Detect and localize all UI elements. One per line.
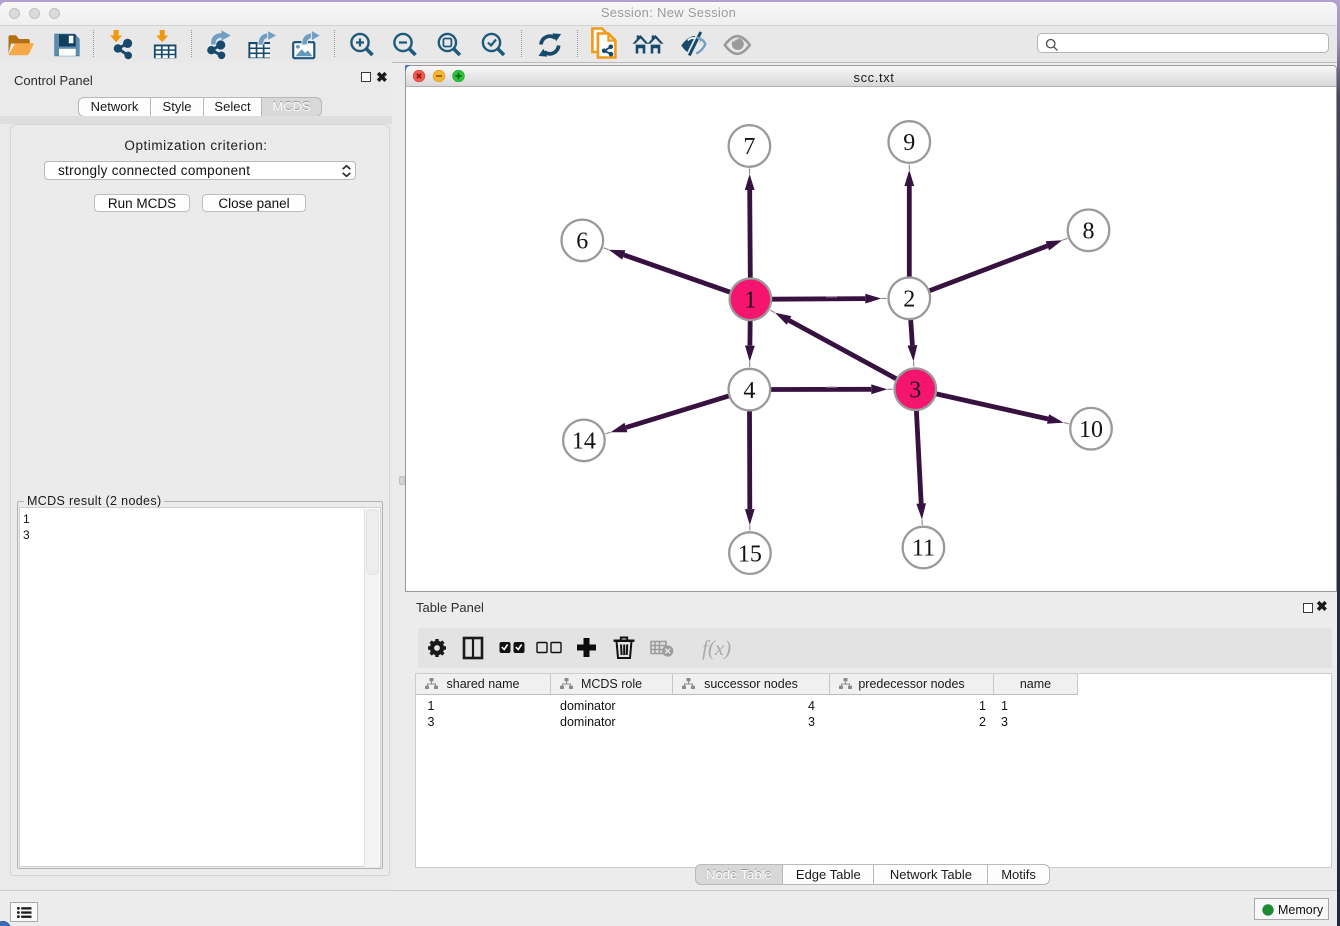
svg-text:7: 7 xyxy=(743,134,755,160)
svg-text:14: 14 xyxy=(572,429,596,455)
svg-text:11: 11 xyxy=(912,536,935,562)
svg-text:f(x): f(x) xyxy=(702,636,731,660)
svg-text:8: 8 xyxy=(1083,219,1095,245)
svg-text:6: 6 xyxy=(576,229,588,255)
svg-text:9: 9 xyxy=(903,130,915,156)
svg-text:4: 4 xyxy=(743,378,755,404)
svg-text:1: 1 xyxy=(744,288,756,314)
svg-text:2: 2 xyxy=(903,287,915,313)
svg-text:10: 10 xyxy=(1079,417,1103,443)
svg-text:3: 3 xyxy=(909,377,921,403)
svg-text:15: 15 xyxy=(738,541,762,567)
